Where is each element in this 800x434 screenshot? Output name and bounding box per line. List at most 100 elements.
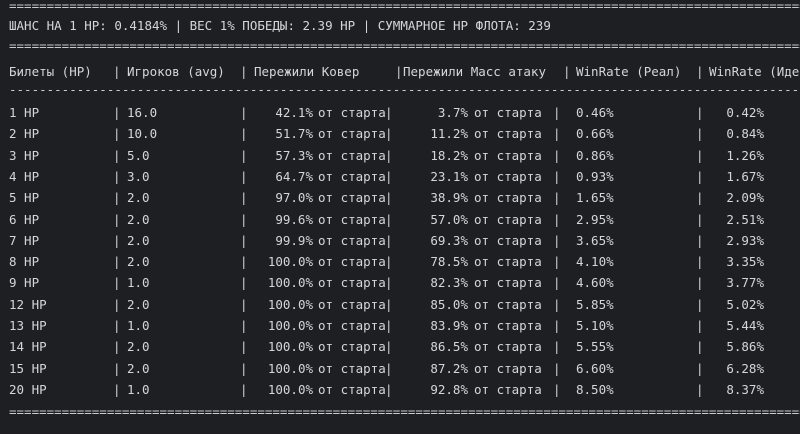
cell-mass: 18.2% [430,147,468,163]
column-header-tickets: Билеты (HP) [9,64,92,79]
cell-carpet: 100.0% [267,254,313,270]
column-divider: | [240,360,248,376]
cell-tickets: 20 HP [9,381,47,397]
cell-players: 2.0 [127,232,150,248]
cell-suffix: от старта [318,339,386,355]
separator-bottom: ========================================… [9,407,800,417]
cell-tickets: 6 HP [9,211,40,227]
cell-tickets: 12 HP [9,296,47,312]
column-divider: | [696,275,704,291]
cell-carpet: 100.0% [267,296,313,312]
column-divider: | [113,381,121,397]
table-row: 14 HP 2.0 100.0% 86.5% 5.55% 5.86% от старта от… [0,336,800,357]
cell-mass: 3.7% [437,105,468,120]
cell-wr-real: 5.10% [576,318,614,333]
cell-wr-ideal: 6.28% [726,360,764,376]
column-divider: | [113,105,121,120]
column-divider: | [553,232,561,248]
column-divider: | [240,64,248,79]
column-divider: | [113,211,121,227]
summary-line: ШАНС НА 1 HP: 0.4184% | ВЕС 1% ПОБЕДЫ: 2… [9,18,551,33]
cell-suffix: от старта [318,105,386,120]
cell-players: 5.0 [127,147,150,163]
column-header-mass: Пережили Масс атаку [403,64,546,79]
cell-carpet: 100.0% [267,275,313,291]
cell-wr-ideal: 1.67% [726,168,764,184]
column-divider: | [240,211,248,227]
cell-mass: 57.0% [430,211,468,227]
cell-wr-real: 3.65% [576,232,614,248]
table-header: Билеты (HP) | Игроков (avg) | Пережили К… [0,61,800,82]
column-divider: | [385,211,393,227]
cell-wr-ideal: 2.93% [726,232,764,248]
column-divider: | [696,64,704,79]
cell-suffix: от старта [318,190,386,206]
cell-suffix: от старта [318,232,386,248]
cell-suffix: от старта [474,211,542,227]
cell-suffix: от старта [474,147,542,163]
cell-suffix: от старта [318,296,386,312]
cell-suffix: от старта [318,254,386,270]
cell-carpet: 99.9% [275,232,313,248]
cell-players: 2.0 [127,339,150,355]
cell-wr-real: 1.65% [576,190,614,206]
cell-wr-ideal: 1.26% [726,147,764,163]
column-divider: | [385,318,393,333]
column-divider: | [385,381,393,397]
cell-players: 1.0 [127,381,150,397]
cell-wr-real: 0.93% [576,168,614,184]
column-divider: | [553,360,561,376]
column-divider: | [385,190,393,206]
column-divider: | [696,190,704,206]
cell-wr-real: 4.60% [576,275,614,291]
column-divider: | [240,296,248,312]
column-header-wr-ideal: WinRate (Иде [709,64,800,79]
column-divider: | [385,360,393,376]
cell-players: 2.0 [127,190,150,206]
cell-players: 16.0 [127,105,158,120]
cell-players: 2.0 [127,254,150,270]
column-divider: | [385,105,393,120]
column-divider: | [696,360,704,376]
column-divider: | [240,190,248,206]
cell-suffix: от старта [318,147,386,163]
column-divider: | [385,126,393,142]
column-divider: | [553,275,561,291]
separator-top: ========================================… [9,1,800,11]
column-divider: | [385,168,393,184]
column-divider: | [553,211,561,227]
column-divider: | [553,296,561,312]
column-divider: | [563,64,571,79]
column-divider: | [696,147,704,163]
cell-mass: 38.9% [430,190,468,206]
cell-mass: 86.5% [430,339,468,355]
column-divider: | [113,339,121,355]
cell-carpet: 42.1% [275,105,313,120]
cell-carpet: 100.0% [267,381,313,397]
cell-suffix: от старта [474,254,542,270]
table-row: 12 HP 2.0 100.0% 85.0% 5.85% 5.02% от старта от… [0,294,800,315]
cell-mass: 78.5% [430,254,468,270]
cell-wr-ideal: 3.77% [726,275,764,291]
column-divider: | [113,318,121,333]
cell-suffix: от старта [474,126,542,142]
column-divider: | [696,105,704,120]
cell-players: 2.0 [127,296,150,312]
cell-suffix: от старта [318,381,386,397]
column-divider: | [385,254,393,270]
cell-suffix: от старта [474,275,542,291]
cell-tickets: 3 HP [9,147,40,163]
column-divider: | [113,126,121,142]
column-divider: | [240,318,248,333]
separator-header: ----------------------------------------… [9,85,800,95]
column-header-players: Игроков (avg) [127,64,225,79]
cell-wr-real: 6.60% [576,360,614,376]
cell-tickets: 7 HP [9,232,40,248]
cell-wr-ideal: 5.02% [726,296,764,312]
cell-carpet: 57.3% [275,147,313,163]
terminal-output[interactable]: ========================================… [0,0,800,434]
column-divider: | [240,232,248,248]
cell-wr-real: 5.55% [576,339,614,355]
table-row: 5 HP 2.0 97.0% 38.9% 1.65% 2.09% от старта от с… [0,187,800,208]
table-row: 7 HP 2.0 99.9% 69.3% 3.65% 2.93% от старта от с… [0,230,800,251]
